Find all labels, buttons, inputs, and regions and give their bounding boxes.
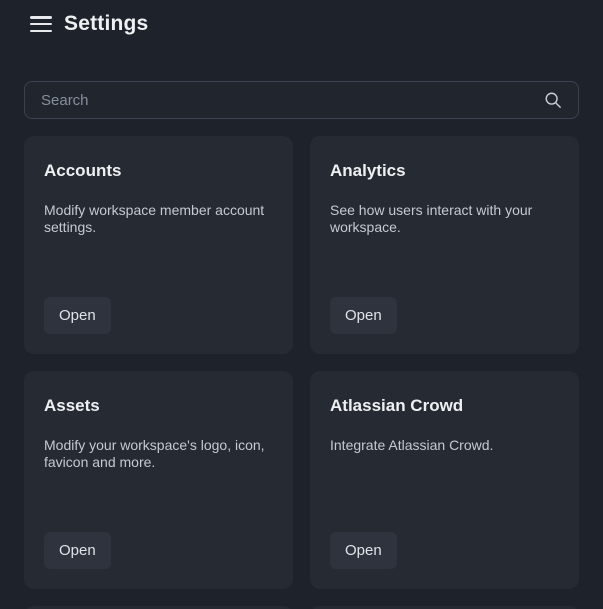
open-analytics-button[interactable]: Open xyxy=(330,297,397,334)
card-description: Integrate Atlassian Crowd. xyxy=(330,437,559,454)
settings-card-grid: Accounts Modify workspace member account… xyxy=(24,136,579,609)
page-title: Settings xyxy=(64,12,148,36)
search-input[interactable] xyxy=(24,81,579,119)
header: Settings xyxy=(0,0,603,48)
search-icon xyxy=(544,91,562,109)
open-atlassian-crowd-button[interactable]: Open xyxy=(330,532,397,569)
card-accounts: Accounts Modify workspace member account… xyxy=(24,136,293,354)
card-analytics: Analytics See how users interact with yo… xyxy=(310,136,579,354)
card-title: Assets xyxy=(44,396,273,416)
menu-button[interactable] xyxy=(30,15,52,33)
card-description: See how users interact with your workspa… xyxy=(330,202,559,236)
open-assets-button[interactable]: Open xyxy=(44,532,111,569)
search-bar xyxy=(24,81,579,119)
card-assets: Assets Modify your workspace's logo, ico… xyxy=(24,371,293,589)
card-description: Modify your workspace's logo, icon, favi… xyxy=(44,437,273,471)
card-atlassian-crowd: Atlassian Crowd Integrate Atlassian Crow… xyxy=(310,371,579,589)
card-title: Accounts xyxy=(44,161,273,181)
card-title: Atlassian Crowd xyxy=(330,396,559,416)
card-description: Modify workspace member account settings… xyxy=(44,202,273,236)
card-title: Analytics xyxy=(330,161,559,181)
open-accounts-button[interactable]: Open xyxy=(44,297,111,334)
